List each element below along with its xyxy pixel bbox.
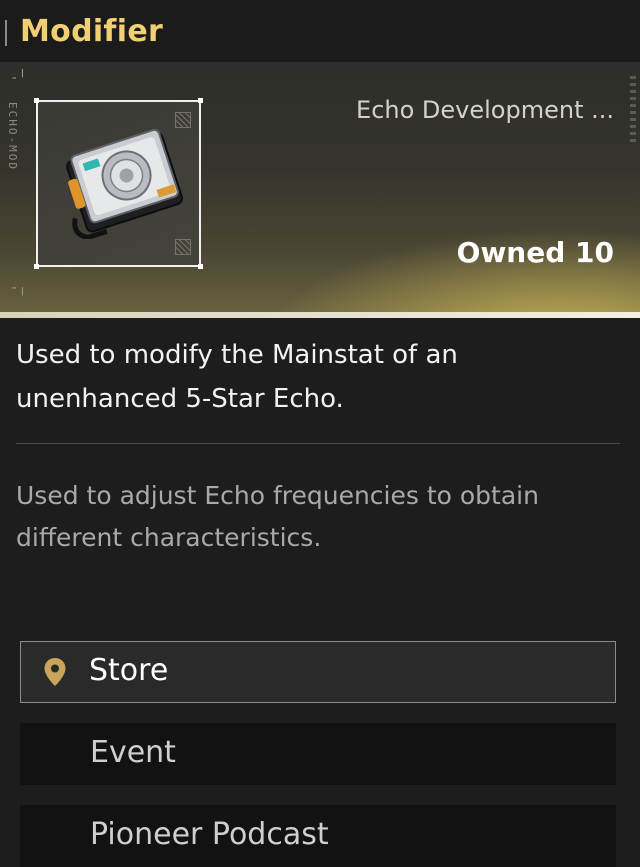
source-label: Store (89, 653, 169, 688)
item-thumbnail (34, 98, 203, 269)
owned-count: Owned 10 (456, 236, 614, 269)
divider (16, 443, 620, 444)
frame-corner-dot (34, 98, 39, 103)
frame-corner-dot (198, 98, 203, 103)
corner-mark-bottom: -╷ (10, 280, 27, 296)
item-category: Echo Development ... (356, 96, 614, 124)
source-pioneer-podcast-button[interactable]: Pioneer Podcast (20, 805, 616, 867)
frame-corner-dot (198, 264, 203, 269)
page-title: Modifier (20, 14, 164, 49)
header-accent-bar (5, 20, 7, 46)
item-description: Used to modify the Mainstat of an unenha… (16, 340, 458, 414)
item-lore-text: Used to adjust Echo frequencies to obtai… (16, 481, 539, 552)
corner-mark-top: -╵ (10, 70, 27, 86)
modifier-device-icon (66, 128, 184, 239)
source-event-button[interactable]: Event (20, 723, 616, 785)
item-banner: -╵ -╷ ECHO-MOD Echo Development ... Owne… (0, 62, 640, 318)
frame-corner-dot (34, 264, 39, 269)
source-store-button[interactable]: Store (20, 641, 616, 703)
grid-glyph-icon (175, 239, 191, 255)
vertical-code-text: ECHO-MOD (6, 102, 19, 171)
side-dots-decoration (630, 76, 636, 146)
panel-header: Modifier (0, 0, 640, 62)
location-pin-icon (44, 658, 66, 686)
source-label: Pioneer Podcast (90, 817, 329, 852)
source-label: Event (90, 735, 176, 770)
